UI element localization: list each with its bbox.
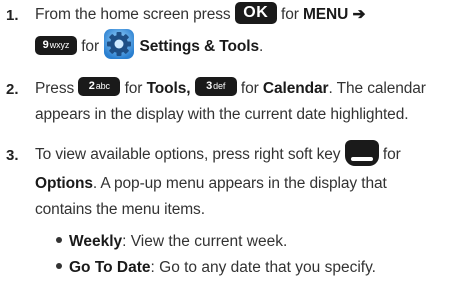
step-3-line-1: To view available options, press right s… [35,140,401,168]
step-number: 3. [6,147,19,164]
list-item: Go To Date: Go to any date that you spec… [56,257,376,279]
settings-tools-label: Settings & Tools [139,38,259,56]
step-number: 2. [6,81,19,98]
step-3-line-3: contains the menu items. [35,201,205,218]
bullet-icon [56,262,62,269]
right-soft-key-icon [344,140,379,166]
settings-gear-icon [103,28,135,60]
instruction-document: 1. From the home screen press OK for MEN… [0,0,472,283]
step-2-line-2: appears in the display with the current … [35,106,409,123]
step-number: 1. [6,7,19,24]
step-3-line-2: Options. A pop-up menu appears in the di… [35,175,387,192]
key-2-icon: 2abc [78,77,121,97]
tools-label: Tools, [146,80,191,97]
calendar-label: Calendar [262,80,329,97]
step-1-line-1: From the home screen press OK for MENU ➔ [35,1,366,24]
step-1-line-2: 9wxyz for Settings & Tools. [35,28,263,63]
options-label: Options [35,175,93,192]
right-arrow-icon: ➔ [352,6,366,23]
ok-key-icon: OK [234,1,277,24]
bullet-icon [56,236,62,243]
step-2-line-1: Press 2abc for Tools, 3def for Calendar.… [35,76,426,102]
menu-label: MENU [303,6,349,23]
key-3-icon: 3def [194,77,237,97]
key-9-icon: 9wxyz [35,35,77,55]
list-item: Weekly: View the current week. [56,231,287,253]
